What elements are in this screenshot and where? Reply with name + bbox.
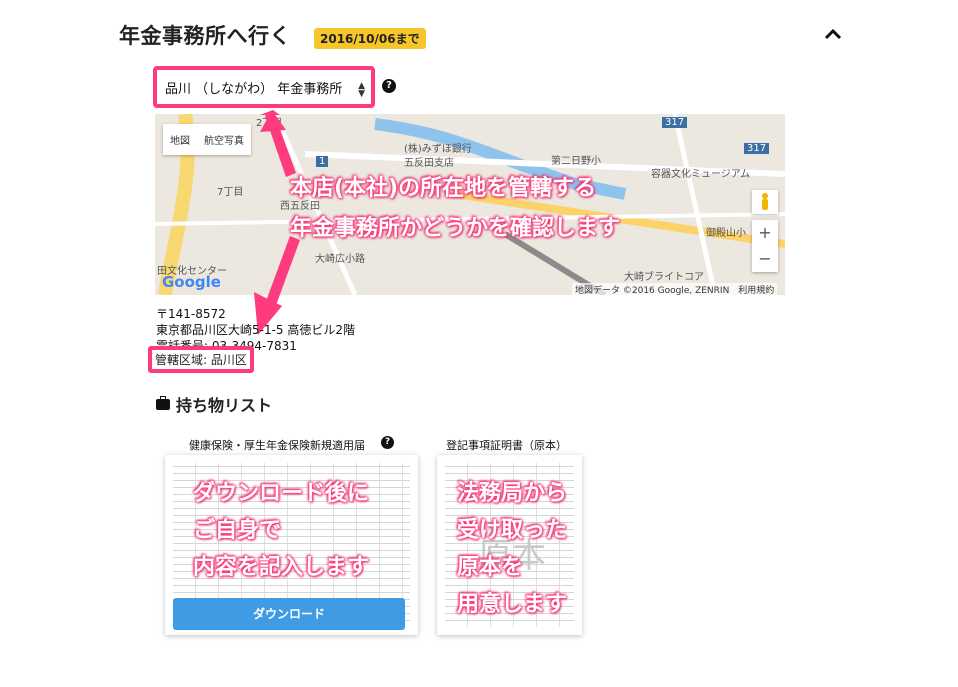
map-label: 大崎ブライトコア [624, 272, 704, 283]
street-view-pegman-icon[interactable] [752, 190, 778, 214]
map-label: 第二日野小 [551, 156, 601, 167]
briefcase-icon [156, 395, 170, 410]
card1-callout-line2: ご自身で [193, 518, 282, 543]
route-badge: 317 [662, 117, 688, 128]
card2-callout-line2: 受け取った [457, 518, 568, 543]
zoom-in-button[interactable]: + [752, 220, 778, 246]
card-title-certificate: 登記事項証明書（原本） [446, 439, 567, 452]
card2-callout-line4: 用意します [457, 592, 568, 617]
zoom-out-button[interactable]: − [752, 246, 778, 272]
office-select[interactable]: 品川 （しながわ） 年金事務所 ▲ ▼ [153, 66, 375, 108]
map-type-satellite[interactable]: 航空写真 [197, 124, 251, 155]
postal-code: 〒141-8572 [156, 307, 226, 321]
deadline-badge: 2016/10/06まで [314, 28, 426, 49]
map-callout-line2: 年金事務所かどうかを確認します [290, 216, 621, 241]
map-attribution[interactable]: 地図データ ©2016 Google, ZENRIN 利用規約 [572, 283, 778, 296]
map-label: 五反田支店 [404, 158, 454, 169]
street-address: 東京都品川区大崎5-1-5 高徳ビル2階 [156, 323, 356, 337]
select-arrows-icon: ▲ ▼ [358, 81, 365, 99]
jurisdiction-label: 管轄区域: 品川区 [148, 346, 254, 373]
card2-callout-line1: 法務局から [457, 481, 568, 506]
items-heading-text: 持ち物リスト [176, 396, 273, 415]
section-title: 年金事務所へ行く [119, 24, 291, 48]
map-label: 7丁目 [217, 187, 244, 198]
help-icon[interactable]: ? [382, 79, 396, 93]
items-heading: 持ち物リスト [156, 392, 272, 416]
callout-arrowhead-up [260, 110, 286, 132]
map-type-control[interactable]: 地図 航空写真 [163, 124, 251, 155]
office-select-value: 品川 （しながわ） 年金事務所 [165, 81, 343, 97]
card1-callout-line1: ダウンロード後に [193, 481, 370, 506]
card1-callout-line3: 内容を記入します [193, 555, 370, 580]
chevron-up-icon[interactable] [822, 26, 844, 42]
map-label: 御殿山小 [706, 228, 746, 239]
download-button[interactable]: ダウンロード [173, 598, 405, 630]
zoom-control[interactable]: + − [752, 220, 778, 272]
map-type-map[interactable]: 地図 [163, 124, 197, 155]
help-icon[interactable]: ? [381, 436, 394, 449]
map-label: (株)みずほ銀行 [404, 144, 472, 155]
card-title-application: 健康保険・厚生年金保険新規適用届 [189, 439, 365, 452]
google-logo: Google [162, 273, 221, 291]
card2-callout-line3: 原本を [457, 555, 524, 580]
map-callout-line1: 本店(本社)の所在地を管轄する [290, 176, 597, 201]
route-badge: 317 [744, 143, 770, 154]
map-label: 容器文化ミュージアム [651, 169, 751, 180]
